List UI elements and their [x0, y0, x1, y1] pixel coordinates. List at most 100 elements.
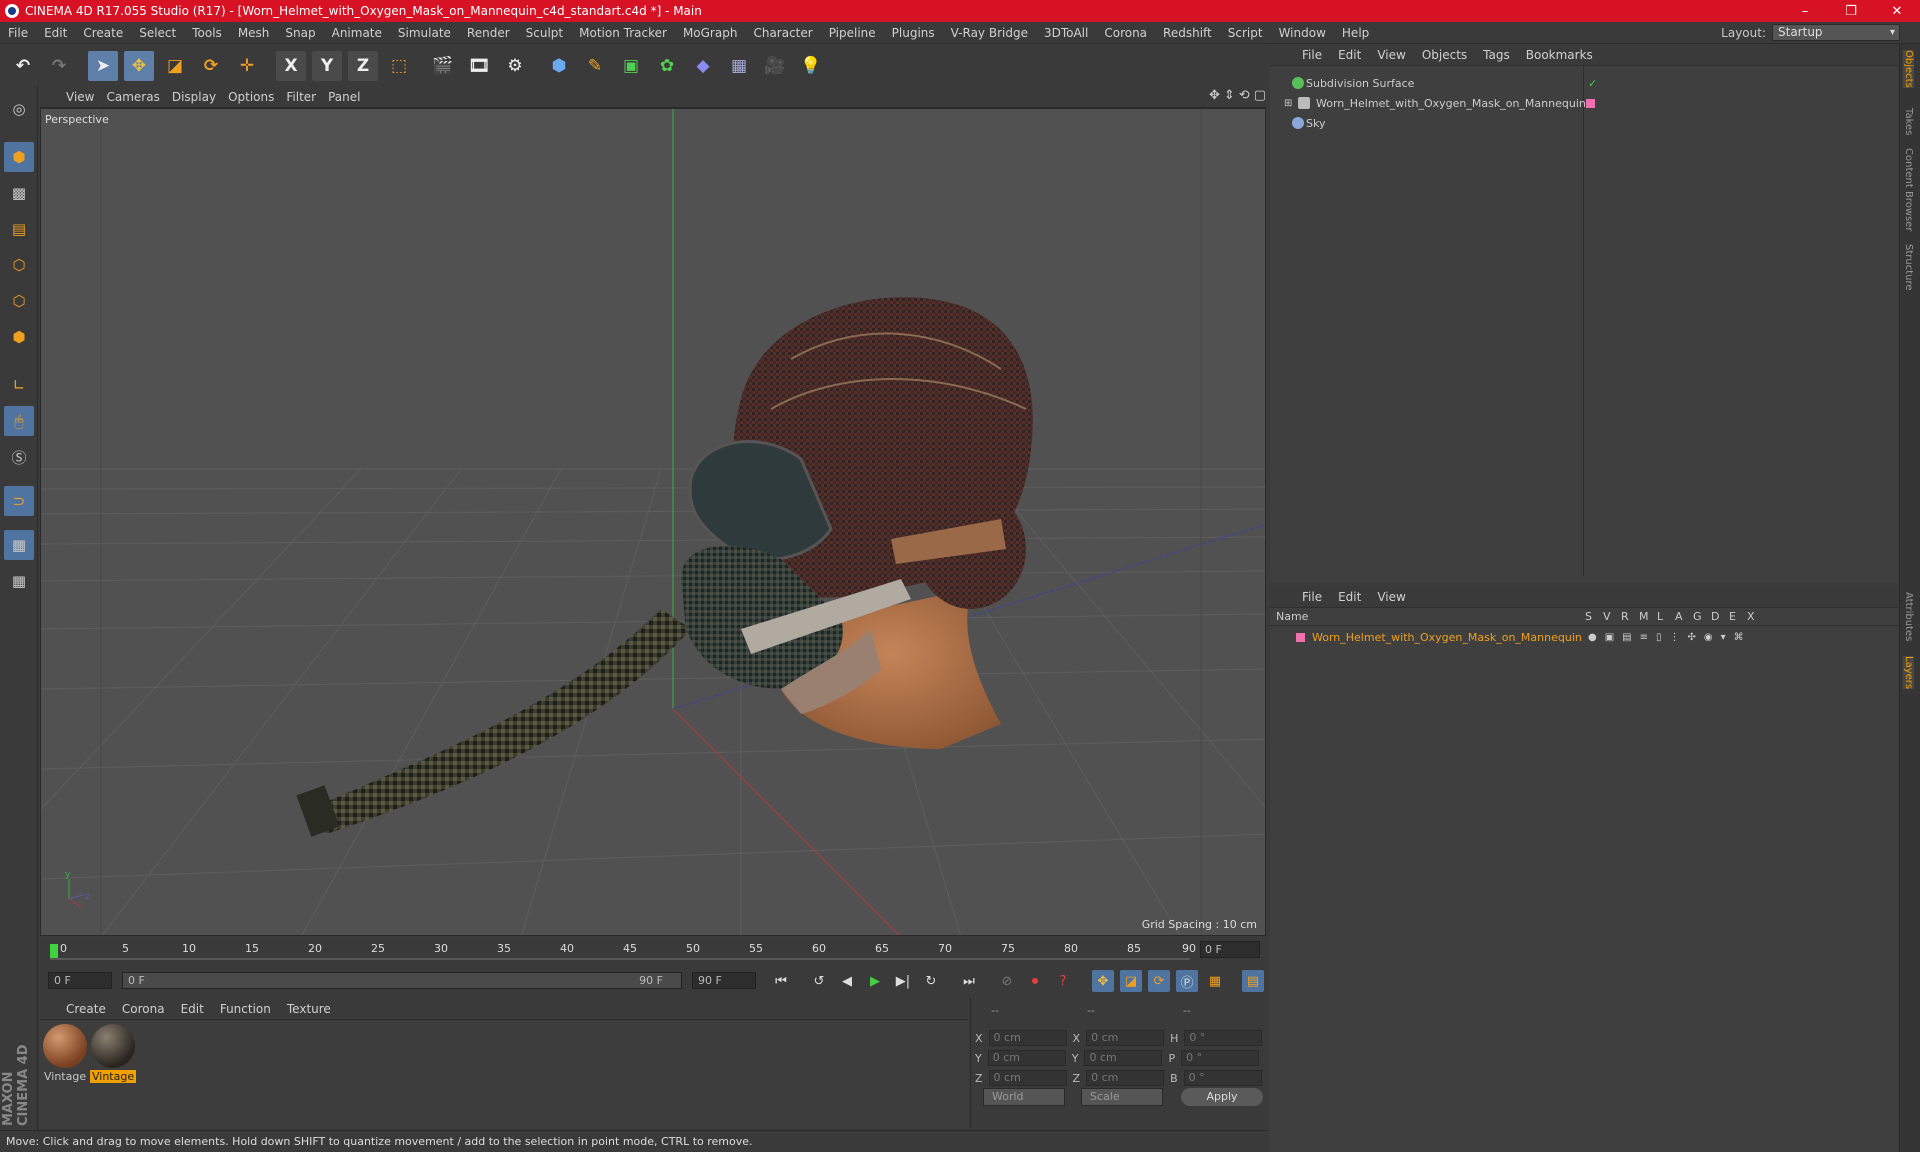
tab-structure[interactable]: Structure — [1903, 244, 1914, 291]
menu-render[interactable]: Render — [459, 26, 518, 40]
size-y-field[interactable]: 0 cm — [1084, 1050, 1163, 1066]
menu-pipeline[interactable]: Pipeline — [821, 26, 884, 40]
layer-color-tag[interactable] — [1586, 98, 1595, 108]
z-axis-icon[interactable]: Z — [348, 50, 378, 81]
material-swatch[interactable]: Vintage — [42, 1024, 88, 1083]
rotate-view-icon[interactable]: ⟲ — [1239, 88, 1250, 103]
light-icon[interactable]: 💡 — [796, 51, 826, 81]
checkmark-icon[interactable]: ✓ — [1588, 77, 1597, 90]
edges-mode-icon[interactable]: ⬡ — [4, 286, 34, 316]
menu-mesh[interactable]: Mesh — [230, 26, 278, 40]
objects-menu-tags[interactable]: Tags — [1483, 48, 1526, 62]
previous-key-icon[interactable]: ↺ — [808, 970, 830, 992]
menu-script[interactable]: Script — [1220, 26, 1271, 40]
menu-file[interactable]: File — [0, 26, 36, 40]
material-menu-edit[interactable]: Edit — [181, 1002, 220, 1016]
timeline-ruler[interactable]: 0 5 10 15 20 25 30 35 40 45 50 55 60 65 … — [50, 942, 1196, 960]
axis-mode-icon[interactable]: ∟ — [4, 370, 34, 400]
play-icon[interactable]: ▶ — [864, 970, 886, 992]
magnet-icon[interactable]: ⊃ — [4, 486, 34, 516]
viewport-menu-display[interactable]: Display — [172, 90, 228, 104]
menu-simulate[interactable]: Simulate — [390, 26, 459, 40]
scale-icon[interactable]: ◪ — [160, 51, 190, 81]
layer-color-swatch[interactable] — [1296, 632, 1305, 642]
viewport-menu-view[interactable]: View — [66, 90, 106, 104]
menu-corona[interactable]: Corona — [1096, 26, 1155, 40]
go-to-start-icon[interactable]: ⏮ — [770, 970, 792, 992]
scale-dropdown[interactable]: Scale — [1081, 1088, 1163, 1106]
perspective-viewport[interactable]: y z Perspective Grid Spacing : 10 cm — [40, 108, 1266, 936]
viewport-menu-cameras[interactable]: Cameras — [106, 90, 171, 104]
objects-menu-file[interactable]: File — [1302, 48, 1338, 62]
rotation-h-field[interactable]: 0 ° — [1184, 1030, 1263, 1046]
objects-menu-edit[interactable]: Edit — [1338, 48, 1377, 62]
grid-snap-icon[interactable]: ▦ — [4, 566, 34, 596]
start-frame-field[interactable]: 0 F — [48, 972, 112, 989]
menu-animate[interactable]: Animate — [324, 26, 390, 40]
pan-view-icon[interactable]: ✥ — [1209, 88, 1220, 103]
material-menu-texture[interactable]: Texture — [287, 1002, 347, 1016]
key-position-icon[interactable]: ✥ — [1092, 970, 1114, 992]
camera-icon[interactable]: 🎥 — [760, 51, 790, 81]
objects-menu-objects[interactable]: Objects — [1422, 48, 1483, 62]
object-row[interactable]: Subdivision Surface ✓ — [1270, 74, 1898, 92]
apply-button[interactable]: Apply — [1181, 1088, 1263, 1106]
zoom-view-icon[interactable]: ⇕ — [1224, 88, 1235, 103]
tab-objects[interactable]: Objects — [1903, 50, 1914, 88]
layout-dropdown[interactable]: Startup — [1772, 24, 1900, 41]
y-axis-icon[interactable]: Y — [312, 50, 342, 81]
key-rotation-icon[interactable]: ⟳ — [1148, 970, 1170, 992]
layer-row[interactable]: Worn_Helmet_with_Oxygen_Mask_on_Mannequi… — [1270, 628, 1898, 646]
material-swatch[interactable]: Vintage — [90, 1024, 136, 1083]
viewport-menu-panel[interactable]: Panel — [328, 90, 372, 104]
select-arrow-icon[interactable]: ➤ — [88, 50, 118, 81]
maximize-view-icon[interactable]: ▢ — [1254, 88, 1266, 103]
record-keys-icon[interactable]: ⊘ — [996, 970, 1018, 992]
key-scale-icon[interactable]: ◪ — [1120, 970, 1142, 992]
move-plus-icon[interactable]: ✛ — [232, 51, 262, 81]
menu-edit[interactable]: Edit — [36, 26, 75, 40]
menu-vray-bridge[interactable]: V-Ray Bridge — [943, 26, 1036, 40]
rotation-b-field[interactable]: 0 ° — [1183, 1070, 1262, 1086]
layers-menu-file[interactable]: File — [1302, 590, 1338, 604]
timeline[interactable]: 0 5 10 15 20 25 30 35 40 45 50 55 60 65 … — [40, 938, 1266, 962]
position-y-field[interactable]: 0 cm — [987, 1050, 1066, 1066]
menu-select[interactable]: Select — [131, 26, 184, 40]
polygons-mode-icon[interactable]: ⬢ — [4, 322, 34, 352]
frame-range-slider[interactable]: 0 F 90 F — [122, 972, 682, 989]
menu-create[interactable]: Create — [75, 26, 131, 40]
minimize-button[interactable]: – — [1782, 0, 1828, 22]
tab-takes[interactable]: Takes — [1903, 108, 1914, 135]
world-coords-icon[interactable]: ⬚ — [384, 51, 414, 81]
model-mode-icon[interactable]: ⬢ — [4, 142, 34, 172]
menu-sculpt[interactable]: Sculpt — [518, 26, 571, 40]
make-editable-icon[interactable]: ◎ — [4, 94, 34, 124]
snap-icon[interactable]: Ⓢ — [4, 442, 34, 472]
redo-icon[interactable]: ↷ — [44, 51, 74, 81]
size-x-field[interactable]: 0 cm — [1086, 1030, 1165, 1046]
position-x-field[interactable]: 0 cm — [988, 1030, 1067, 1046]
deformer-icon[interactable]: ◆ — [688, 51, 718, 81]
viewport-menu-options[interactable]: Options — [228, 90, 286, 104]
current-frame-field[interactable]: 0 F — [1200, 941, 1260, 958]
end-frame-field[interactable]: 90 F — [692, 972, 756, 989]
cube-icon[interactable]: ⬢ — [544, 51, 574, 81]
expand-icon[interactable]: ⊞ — [1284, 98, 1292, 109]
render-view-icon[interactable]: 🎬 — [428, 51, 458, 81]
pen-icon[interactable]: ✎ — [580, 51, 610, 81]
material-menu-corona[interactable]: Corona — [122, 1002, 181, 1016]
undo-icon[interactable]: ↶ — [8, 51, 38, 81]
render-settings-icon[interactable]: ⚙ — [500, 51, 530, 81]
material-menu-create[interactable]: Create — [66, 1002, 122, 1016]
layers-menu-edit[interactable]: Edit — [1338, 590, 1377, 604]
menu-character[interactable]: Character — [745, 26, 820, 40]
next-key-icon[interactable]: ↻ — [920, 970, 942, 992]
tab-layers[interactable]: Layers — [1903, 656, 1914, 690]
world-dropdown[interactable]: World — [983, 1088, 1065, 1106]
viewport-menu-filter[interactable]: Filter — [286, 90, 328, 104]
layers-menu-view[interactable]: View — [1377, 590, 1421, 604]
tweak-mode-icon[interactable]: 🖱 — [4, 406, 34, 436]
menu-snap[interactable]: Snap — [277, 26, 323, 40]
go-to-end-icon[interactable]: ⏭ — [958, 970, 980, 992]
lock-workplane-icon[interactable]: ▦ — [4, 530, 34, 560]
